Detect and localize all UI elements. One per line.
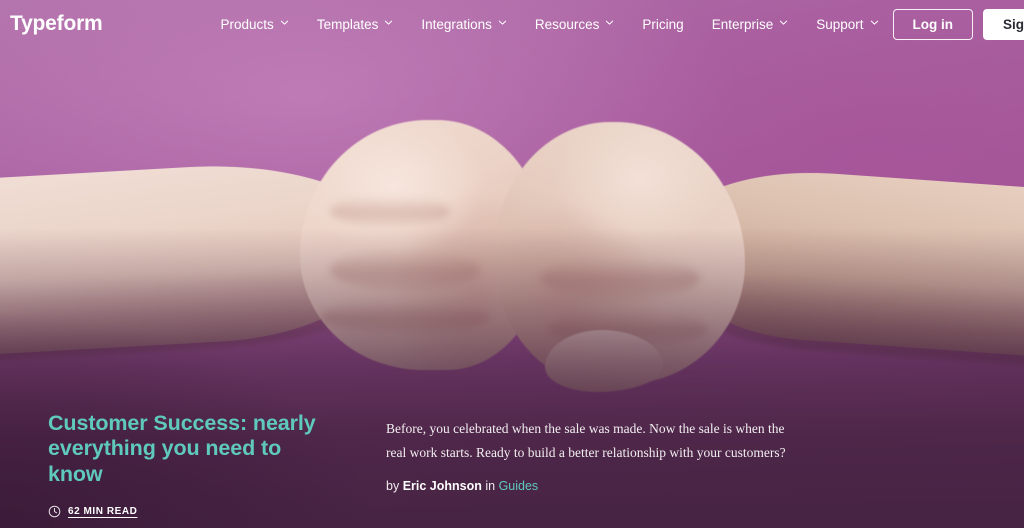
left-fist-knuckle-lower xyxy=(320,300,490,334)
chevron-down-icon xyxy=(498,18,507,27)
byline-prefix: by xyxy=(386,479,400,494)
category-link[interactable]: Guides xyxy=(499,479,539,493)
nav-item-label: Templates xyxy=(316,16,379,32)
nav-item-pricing[interactable]: Pricing xyxy=(628,11,697,38)
article-byline: by Eric Johnson in Guides xyxy=(386,478,1000,494)
nav-item-label: Pricing xyxy=(642,16,684,32)
nav-auth-actions: Log in Sign up xyxy=(892,8,1024,40)
byline-join: in xyxy=(485,479,496,494)
left-fist-knuckle-mid xyxy=(330,250,480,290)
typeform-logo[interactable]: Typeform xyxy=(10,12,103,36)
signup-button[interactable]: Sign up xyxy=(983,8,1024,40)
left-fist-knuckle-upper xyxy=(330,196,450,226)
right-fist-knuckle-upper xyxy=(540,258,700,298)
hero-page: Typeform Products Templates Integrations xyxy=(0,0,1024,528)
read-time-label[interactable]: 62 MIN READ xyxy=(68,506,137,517)
page-title[interactable]: Customer Success: nearly everything you … xyxy=(48,411,340,487)
nav-item-label: Support xyxy=(816,16,864,32)
nav-item-label: Integrations xyxy=(421,16,492,32)
nav-item-label: Enterprise xyxy=(711,16,774,32)
chevron-down-icon xyxy=(870,18,879,27)
clock-icon xyxy=(48,505,61,518)
chevron-down-icon xyxy=(779,18,788,27)
article-hero-block: Customer Success: nearly everything you … xyxy=(0,407,1024,528)
nav-item-products[interactable]: Products xyxy=(207,11,303,38)
login-button[interactable]: Log in xyxy=(892,8,974,40)
nav-item-resources[interactable]: Resources xyxy=(521,11,629,38)
main-nav-links: Products Templates Integrations Resource… xyxy=(207,11,893,38)
nav-item-label: Resources xyxy=(534,16,600,32)
article-left-column: Customer Success: nearly everything you … xyxy=(48,407,340,518)
article-lede: Before, you celebrated when the sale was… xyxy=(386,420,786,460)
nav-item-integrations[interactable]: Integrations xyxy=(407,11,521,38)
top-navigation-bar: Typeform Products Templates Integrations xyxy=(0,0,1024,48)
nav-item-label: Products xyxy=(220,16,274,32)
nav-item-templates[interactable]: Templates xyxy=(303,11,408,38)
article-right-column: Before, you celebrated when the sale was… xyxy=(340,407,1000,499)
read-time-row: 62 MIN READ xyxy=(48,505,340,518)
chevron-down-icon xyxy=(384,18,393,27)
nav-item-enterprise[interactable]: Enterprise xyxy=(698,11,803,38)
chevron-down-icon xyxy=(605,18,614,27)
author-name[interactable]: Eric Johnson xyxy=(403,479,482,493)
nav-item-support[interactable]: Support xyxy=(802,11,892,38)
chevron-down-icon xyxy=(280,18,289,27)
